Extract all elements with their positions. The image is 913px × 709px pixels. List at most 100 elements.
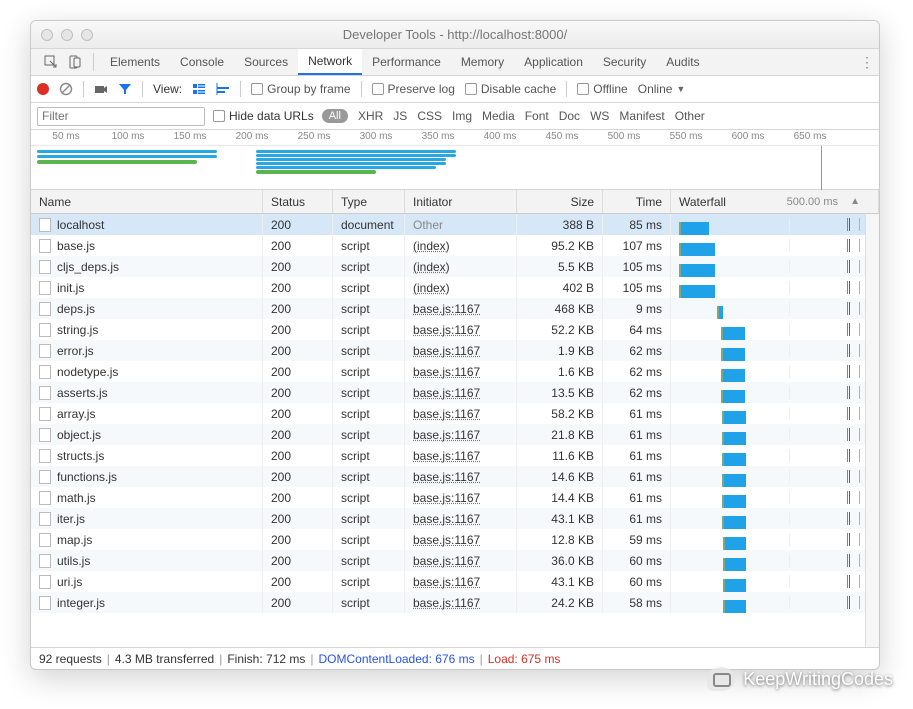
vertical-scrollbar[interactable] xyxy=(865,214,879,647)
tab-network[interactable]: Network xyxy=(298,49,362,75)
type-filter-font[interactable]: Font xyxy=(525,109,549,123)
request-size: 11.6 KB xyxy=(517,445,603,466)
type-filter-img[interactable]: Img xyxy=(452,109,472,123)
col-waterfall[interactable]: Waterfall 500.00 ms ▲ xyxy=(671,190,879,213)
timeline-overview[interactable]: 50 ms100 ms150 ms200 ms250 ms300 ms350 m… xyxy=(31,130,879,190)
request-initiator[interactable]: base.js:1167 xyxy=(413,428,480,442)
type-filter-css[interactable]: CSS xyxy=(417,109,442,123)
request-initiator[interactable]: base.js:1167 xyxy=(413,344,480,358)
request-initiator[interactable]: base.js:1167 xyxy=(413,533,480,547)
table-row[interactable]: iter.js200scriptbase.js:116743.1 KB61 ms xyxy=(31,508,879,529)
table-row[interactable]: asserts.js200scriptbase.js:116713.5 KB62… xyxy=(31,382,879,403)
table-row[interactable]: localhost200documentOther388 B85 ms xyxy=(31,214,879,235)
request-initiator[interactable]: base.js:1167 xyxy=(413,323,480,337)
table-row[interactable]: functions.js200scriptbase.js:116714.6 KB… xyxy=(31,466,879,487)
record-button[interactable] xyxy=(37,83,49,95)
preserve-log-checkbox[interactable]: Preserve log xyxy=(372,82,455,96)
request-initiator[interactable]: Other xyxy=(413,218,443,232)
request-initiator[interactable]: base.js:1167 xyxy=(413,449,480,463)
request-initiator[interactable]: base.js:1167 xyxy=(413,512,480,526)
table-row[interactable]: init.js200script(index)402 B105 ms xyxy=(31,277,879,298)
table-row[interactable]: nodetype.js200scriptbase.js:11671.6 KB62… xyxy=(31,361,879,382)
request-initiator[interactable]: base.js:1167 xyxy=(413,407,480,421)
request-waterfall xyxy=(671,445,879,466)
tab-memory[interactable]: Memory xyxy=(451,49,514,75)
type-filter-manifest[interactable]: Manifest xyxy=(619,109,664,123)
type-filter-ws[interactable]: WS xyxy=(590,109,609,123)
overview-icon[interactable] xyxy=(216,82,230,96)
disable-cache-checkbox[interactable]: Disable cache xyxy=(465,82,556,96)
tab-sources[interactable]: Sources xyxy=(234,49,298,75)
request-initiator[interactable]: base.js:1167 xyxy=(413,470,480,484)
type-filter-all[interactable]: All xyxy=(322,109,348,123)
table-row[interactable]: string.js200scriptbase.js:116752.2 KB64 … xyxy=(31,319,879,340)
col-time[interactable]: Time xyxy=(603,190,671,213)
filter-icon[interactable] xyxy=(118,82,132,96)
timeline-ruler: 50 ms100 ms150 ms200 ms250 ms300 ms350 m… xyxy=(31,130,879,146)
tab-elements[interactable]: Elements xyxy=(100,49,170,75)
request-initiator[interactable]: base.js:1167 xyxy=(413,596,480,610)
offline-checkbox[interactable]: Offline xyxy=(577,82,627,96)
tab-console[interactable]: Console xyxy=(170,49,234,75)
table-row[interactable]: base.js200script(index)95.2 KB107 ms xyxy=(31,235,879,256)
request-initiator[interactable]: base.js:1167 xyxy=(413,302,480,316)
table-row[interactable]: object.js200scriptbase.js:116721.8 KB61 … xyxy=(31,424,879,445)
request-status: 200 xyxy=(263,508,333,529)
file-icon xyxy=(39,491,51,505)
request-size: 5.5 KB xyxy=(517,256,603,277)
request-initiator[interactable]: base.js:1167 xyxy=(413,554,480,568)
request-waterfall xyxy=(671,424,879,445)
device-icon[interactable] xyxy=(63,49,87,75)
col-type[interactable]: Type xyxy=(333,190,405,213)
more-icon[interactable]: ⋮ xyxy=(855,49,879,75)
request-size: 1.9 KB xyxy=(517,340,603,361)
request-initiator[interactable]: base.js:1167 xyxy=(413,575,480,589)
status-transferred: 4.3 MB transferred xyxy=(115,652,214,666)
request-initiator[interactable]: base.js:1167 xyxy=(413,386,480,400)
table-row[interactable]: deps.js200scriptbase.js:1167468 KB9 ms xyxy=(31,298,879,319)
type-filter-xhr[interactable]: XHR xyxy=(358,109,383,123)
tab-performance[interactable]: Performance xyxy=(362,49,451,75)
request-type: document xyxy=(333,214,405,235)
request-name: functions.js xyxy=(57,470,117,484)
table-row[interactable]: utils.js200scriptbase.js:116736.0 KB60 m… xyxy=(31,550,879,571)
file-icon xyxy=(39,386,51,400)
filter-input[interactable] xyxy=(37,107,205,126)
inspect-icon[interactable] xyxy=(39,49,63,75)
file-icon xyxy=(39,596,51,610)
request-initiator[interactable]: base.js:1167 xyxy=(413,365,480,379)
tab-application[interactable]: Application xyxy=(514,49,593,75)
table-row[interactable]: math.js200scriptbase.js:116714.4 KB61 ms xyxy=(31,487,879,508)
table-row[interactable]: uri.js200scriptbase.js:116743.1 KB60 ms xyxy=(31,571,879,592)
throttling-select[interactable]: Online ▼ xyxy=(638,82,686,96)
large-rows-icon[interactable] xyxy=(192,82,206,96)
type-filter-doc[interactable]: Doc xyxy=(559,109,580,123)
table-row[interactable]: structs.js200scriptbase.js:116711.6 KB61… xyxy=(31,445,879,466)
requests-header: Name Status Type Initiator Size Time Wat… xyxy=(31,190,879,214)
table-row[interactable]: array.js200scriptbase.js:116758.2 KB61 m… xyxy=(31,403,879,424)
requests-table[interactable]: localhost200documentOther388 B85 msbase.… xyxy=(31,214,879,647)
hide-data-urls-checkbox[interactable]: Hide data URLs xyxy=(213,109,314,123)
request-time: 61 ms xyxy=(603,424,671,445)
table-row[interactable]: map.js200scriptbase.js:116712.8 KB59 ms xyxy=(31,529,879,550)
type-filter-other[interactable]: Other xyxy=(675,109,705,123)
col-name[interactable]: Name xyxy=(31,190,263,213)
request-initiator[interactable]: (index) xyxy=(413,260,450,274)
table-row[interactable]: integer.js200scriptbase.js:116724.2 KB58… xyxy=(31,592,879,613)
request-initiator[interactable]: (index) xyxy=(413,239,450,253)
type-filter-media[interactable]: Media xyxy=(482,109,515,123)
table-row[interactable]: cljs_deps.js200script(index)5.5 KB105 ms xyxy=(31,256,879,277)
request-initiator[interactable]: base.js:1167 xyxy=(413,491,480,505)
clear-icon[interactable] xyxy=(59,82,73,96)
col-status[interactable]: Status xyxy=(263,190,333,213)
col-initiator[interactable]: Initiator xyxy=(405,190,517,213)
tab-security[interactable]: Security xyxy=(593,49,656,75)
tab-audits[interactable]: Audits xyxy=(656,49,709,75)
group-by-frame-checkbox[interactable]: Group by frame xyxy=(251,82,350,96)
type-filter-js[interactable]: JS xyxy=(393,109,407,123)
camera-icon[interactable] xyxy=(94,82,108,96)
request-status: 200 xyxy=(263,256,333,277)
table-row[interactable]: error.js200scriptbase.js:11671.9 KB62 ms xyxy=(31,340,879,361)
request-initiator[interactable]: (index) xyxy=(413,281,450,295)
col-size[interactable]: Size xyxy=(517,190,603,213)
